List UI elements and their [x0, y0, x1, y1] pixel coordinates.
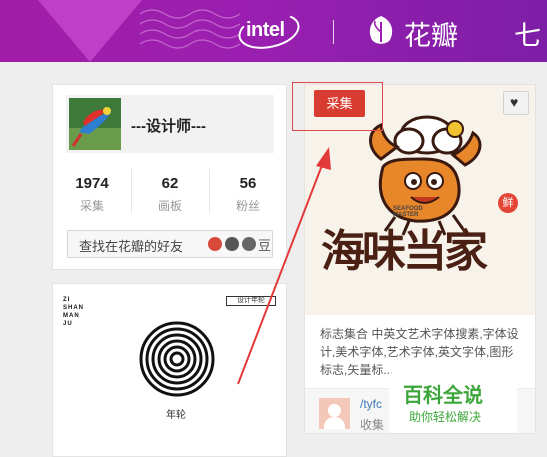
stat-boards-label: 画板: [157, 199, 182, 213]
watermark-title: 百科全说: [403, 383, 483, 407]
stats-divider: [131, 169, 132, 213]
stat-pins-label: 采集: [79, 199, 104, 213]
stat-pins[interactable]: 1974 采集: [53, 165, 131, 217]
stat-boards-value: 62: [161, 175, 179, 192]
pin-user-link[interactable]: /tyfc: [360, 397, 382, 411]
user-profile-card: ---设计师--- 1974 采集 62 画板 56 粉丝 查找在花瓣的好友 豆: [52, 84, 287, 270]
profile-header: ---设计师---: [66, 95, 274, 153]
intel-logo-text: intel: [246, 19, 285, 41]
poster-header-text: ZI SHAN MAN JU: [63, 297, 85, 327]
find-friends-button[interactable]: 查找在花瓣的好友 豆: [67, 230, 273, 258]
avatar[interactable]: [69, 98, 121, 150]
find-friends-label: 查找在花瓣的好友: [79, 239, 184, 254]
huaban-petal-icon: [369, 16, 393, 44]
heart-icon: ♥: [510, 94, 519, 110]
huaban-logo-text: 花瓣: [404, 21, 458, 52]
banner-divider: [333, 20, 334, 44]
banner-wave-decoration: [140, 9, 240, 49]
tree-rings-graphic: [139, 321, 215, 397]
profile-stats: 1974 采集 62 画板 56 粉丝: [53, 165, 286, 217]
weibo-icon[interactable]: [208, 237, 222, 251]
stat-pins-value: 1974: [75, 175, 109, 192]
highlight-box: [292, 82, 383, 131]
stats-divider: [209, 169, 210, 213]
pin-card-tree-rings[interactable]: ZI SHAN MAN JU 设计年轮 年轮: [52, 283, 287, 457]
banner-triangle-decoration: [38, 0, 142, 62]
logo-fresh-badge: 鲜: [498, 193, 518, 213]
watermark: 百科全说 助你轻松解决: [389, 373, 517, 433]
intel-logo: intel: [235, 7, 303, 55]
poster-title: 年轮: [166, 410, 186, 421]
promo-banner[interactable]: intel 花瓣 七: [0, 0, 547, 62]
renren-icon[interactable]: [242, 237, 256, 251]
stat-followers[interactable]: 56 粉丝: [209, 165, 287, 217]
pin-action-text: 收集: [360, 418, 385, 432]
stat-followers-value: 56: [239, 175, 257, 192]
watermark-subtitle: 助你轻松解决: [409, 410, 482, 424]
qq-icon[interactable]: [225, 237, 239, 251]
banner-right-text: 七: [514, 21, 541, 52]
profile-username[interactable]: ---设计师---: [131, 115, 206, 136]
user-avatar-placeholder-icon[interactable]: [319, 398, 350, 429]
douban-icon[interactable]: 豆: [258, 235, 271, 254]
stat-followers-label: 粉丝: [235, 199, 260, 213]
like-button[interactable]: ♥: [503, 91, 529, 115]
stat-boards[interactable]: 62 画板: [131, 165, 209, 217]
pin-description: 标志集合 中英文艺术字体搜素,字体设计,美术字体,艺术字体,英文字体,图形标志,…: [320, 327, 519, 377]
logo-chinese-text: 海味当家: [321, 226, 488, 277]
poster-tag: 设计年轮: [226, 296, 276, 306]
